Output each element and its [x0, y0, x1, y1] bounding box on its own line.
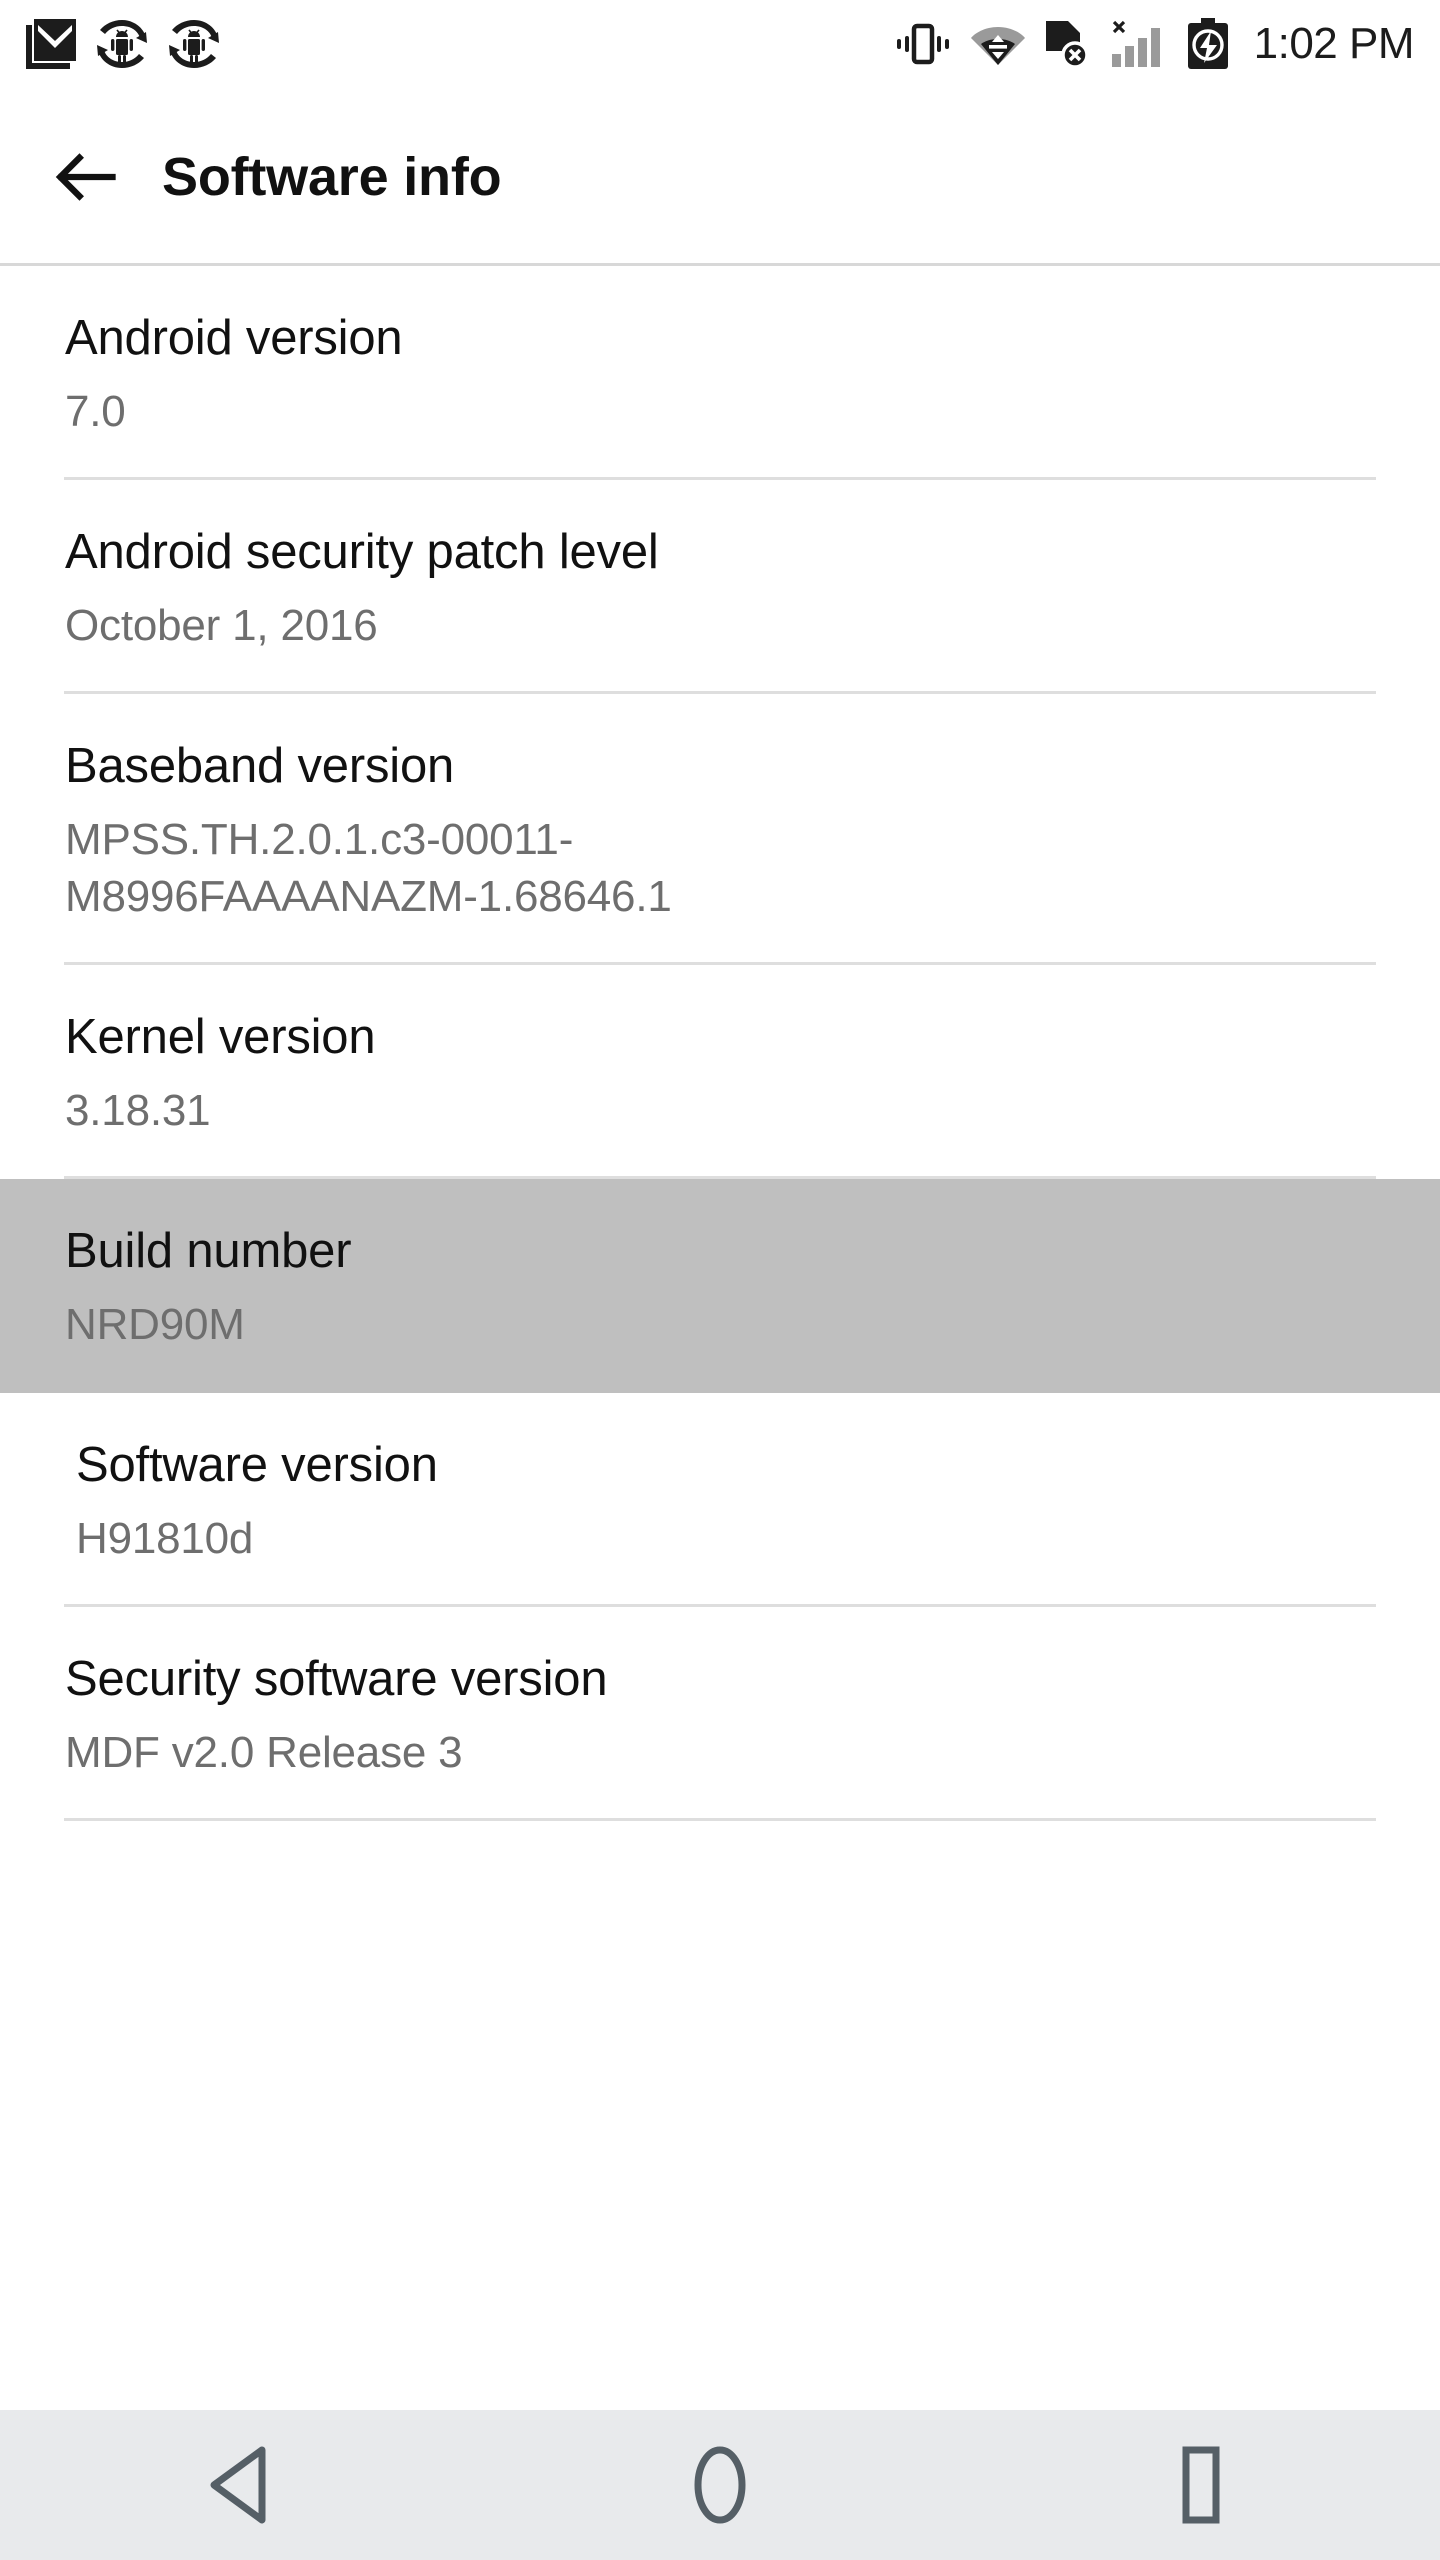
list-item-title: Baseband version: [65, 739, 455, 794]
back-triangle-icon: [210, 2446, 266, 2524]
list-item-value: NRD90M: [65, 1300, 245, 1350]
app-bar: Software info: [0, 88, 1440, 266]
list-item-android-security-patch-level[interactable]: Android security patch level October 1, …: [0, 480, 1440, 695]
list-item-security-software-version[interactable]: Security software version MDF v2.0 Relea…: [0, 1607, 1440, 1822]
nav-recents-button[interactable]: [960, 2410, 1440, 2560]
list-item-title: Android version: [65, 311, 403, 365]
wifi-icon: [970, 27, 1025, 65]
list-item-baseband-version[interactable]: Baseband version MPSS.TH.2.0.1.c3-00011-…: [0, 694, 1440, 966]
signal-bars-icon: [1111, 20, 1160, 67]
list-item-value: 7.0: [65, 386, 126, 436]
list-item-title: Software version: [76, 1438, 438, 1493]
sim-card-error-icon: [1045, 21, 1089, 69]
list-item-value: MDF v2.0 Release 3: [65, 1728, 463, 1778]
status-bar-notifications: [22, 18, 220, 70]
list-item-value: H91810d: [76, 1514, 254, 1564]
android-sync-icon: [97, 20, 147, 68]
list-item-value: 3.18.31: [65, 1086, 211, 1136]
software-info-list: Android version 7.0 Android security pat…: [0, 266, 1440, 1822]
list-item-title: Android security patch level: [65, 525, 659, 580]
home-circle-icon: [694, 2446, 746, 2524]
phone-screen: 1:02 PM Software info Android version 7.…: [0, 0, 1440, 2560]
status-bar-clock: 1:02 PM: [1253, 19, 1415, 68]
android-sync-icon: [169, 20, 219, 68]
list-item-build-number[interactable]: Build number NRD90M: [0, 1179, 1440, 1394]
status-bar-system-icons: 1:02 PM: [892, 18, 1415, 70]
page-title: Software info: [162, 147, 502, 207]
list-item-software-version[interactable]: Software version H91810d: [0, 1393, 1440, 1608]
vibrate-icon: [896, 23, 949, 65]
list-divider: [64, 1818, 1376, 1822]
gmail-icon: [26, 19, 76, 69]
recents-square-icon: [1182, 2446, 1220, 2524]
navigation-bar: [0, 2410, 1440, 2560]
battery-charging-icon: [1187, 18, 1228, 69]
list-item-kernel-version[interactable]: Kernel version 3.18.31: [0, 965, 1440, 1180]
list-item-title: Kernel version: [65, 1010, 376, 1065]
list-item-value: October 1, 2016: [65, 600, 378, 650]
status-bar: 1:02 PM: [0, 0, 1440, 88]
list-item-value: MPSS.TH.2.0.1.c3-00011- M8996FAAAANAZM-1…: [65, 814, 672, 922]
back-arrow-icon[interactable]: [52, 144, 118, 210]
nav-back-button[interactable]: [0, 2410, 480, 2560]
list-item-android-version[interactable]: Android version 7.0: [0, 266, 1440, 481]
list-item-title: Build number: [65, 1224, 352, 1279]
list-item-title: Security software version: [65, 1652, 608, 1707]
nav-home-button[interactable]: [480, 2410, 960, 2560]
